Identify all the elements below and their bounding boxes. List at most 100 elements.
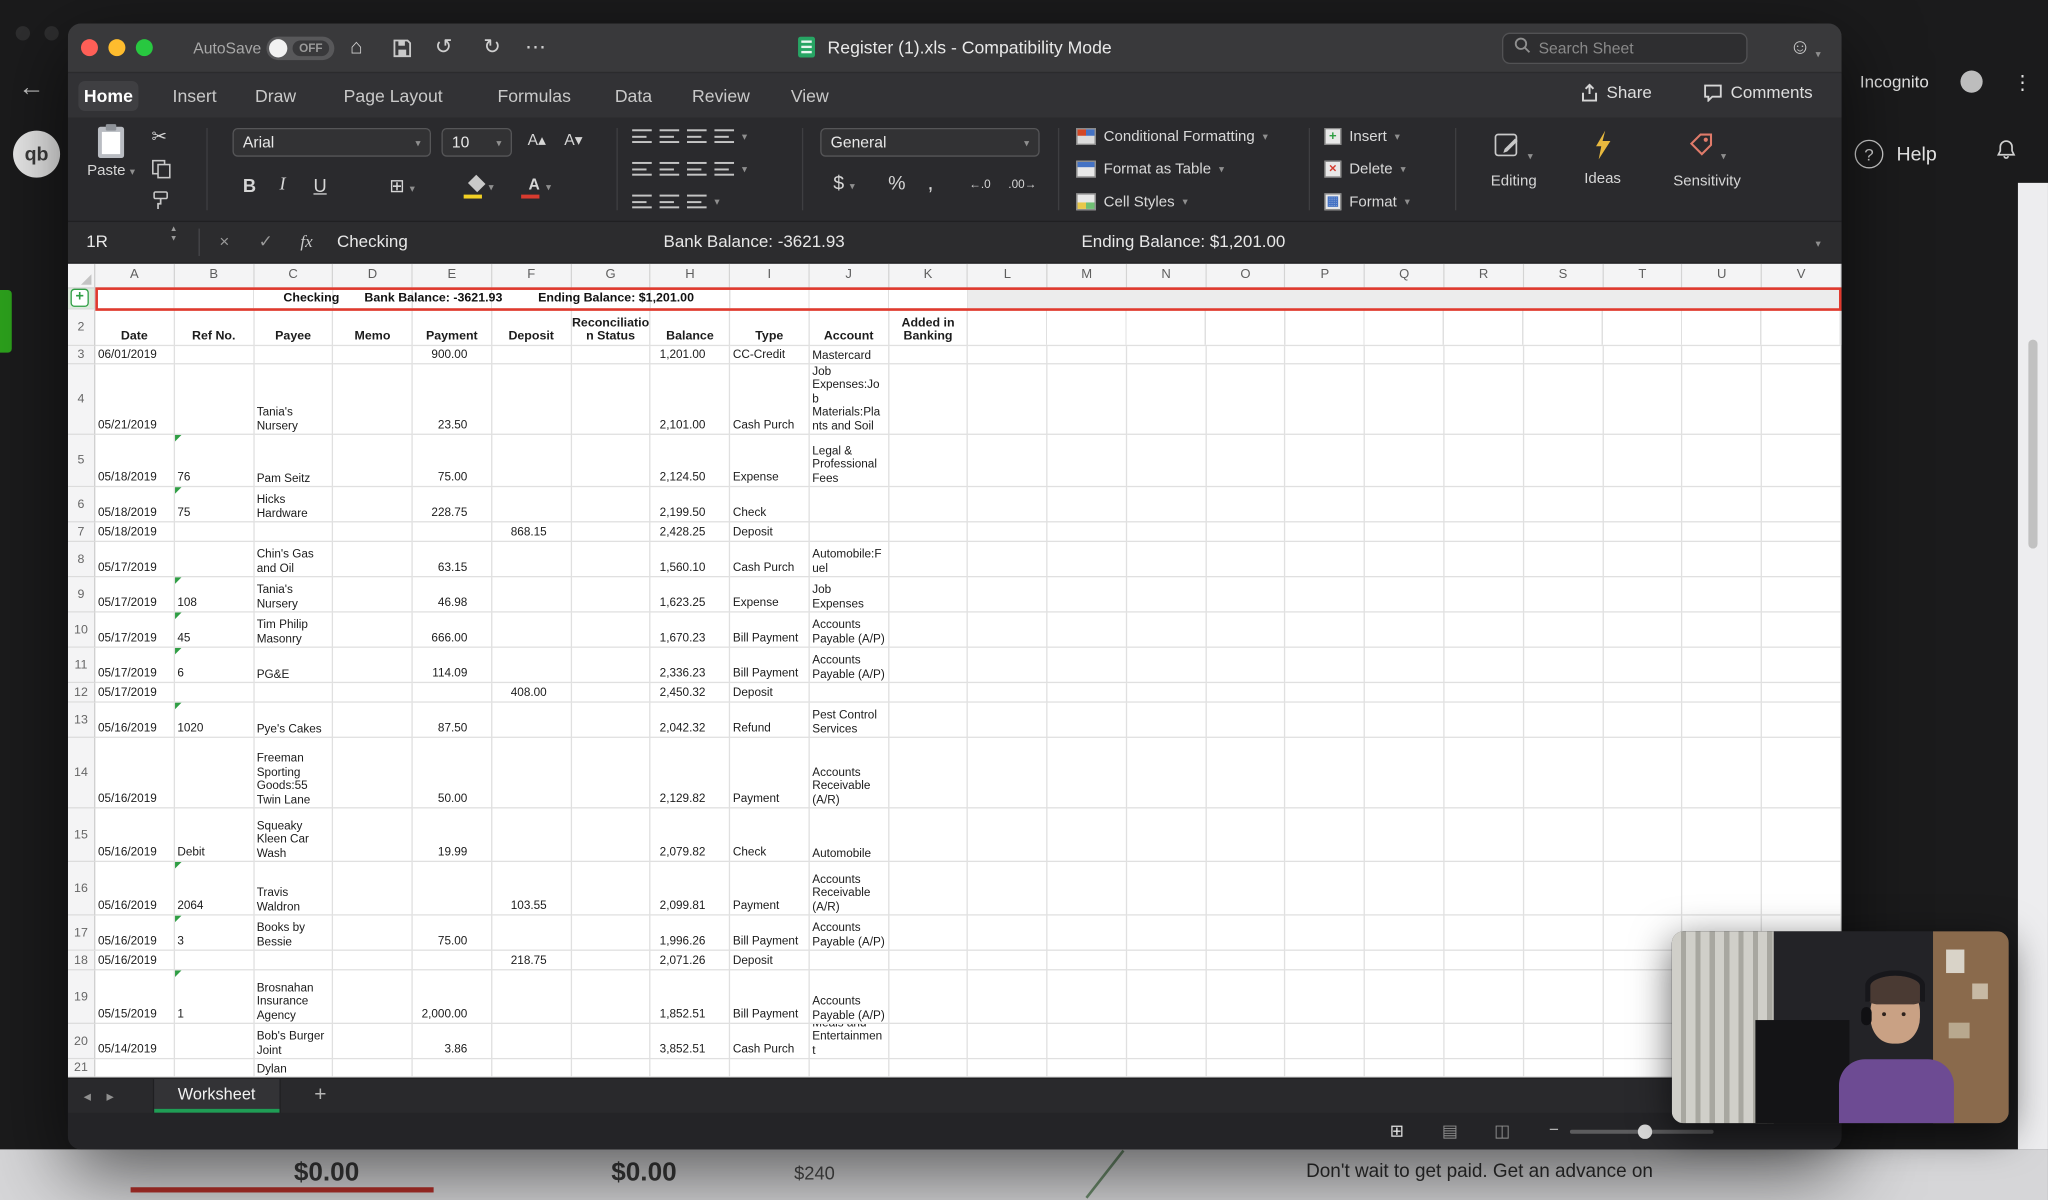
cell-empty[interactable] [1127, 1059, 1207, 1078]
cell-type-row20[interactable]: Cash Purch [730, 1023, 810, 1060]
cell-added-row4[interactable] [889, 364, 969, 435]
cell-empty[interactable] [1365, 346, 1445, 365]
cell-empty[interactable] [1047, 970, 1128, 1024]
cell-empty[interactable] [1444, 683, 1524, 703]
cell-balance-row20[interactable]: 3,852.51 [650, 1023, 731, 1060]
cell-empty[interactable] [1762, 702, 1842, 738]
cell-empty[interactable] [1523, 542, 1604, 578]
cell-empty[interactable] [1682, 577, 1763, 613]
select-all-corner[interactable] [67, 263, 96, 289]
cell-empty[interactable] [1365, 542, 1445, 578]
cell-empty[interactable] [1047, 364, 1128, 435]
orientation-icon[interactable] [687, 194, 707, 209]
cell-empty[interactable] [1047, 487, 1128, 523]
cell-checking[interactable]: Checking [283, 291, 339, 305]
column-header-V[interactable]: V [1762, 263, 1842, 289]
cell-type-row13[interactable]: Refund [730, 702, 810, 738]
cell-empty[interactable] [1444, 542, 1524, 578]
cell-deposit-row9[interactable] [492, 577, 572, 613]
insert-function-icon[interactable]: fx [300, 231, 312, 252]
cell-empty[interactable] [1682, 364, 1763, 435]
cell-payee-row6[interactable]: Hicks Hardware [254, 487, 334, 523]
cell-empty[interactable] [968, 647, 1048, 684]
cell-recon-row7[interactable] [571, 522, 651, 543]
column-header-N[interactable]: N [1127, 263, 1207, 289]
cell-empty[interactable] [968, 1059, 1048, 1078]
cell-empty[interactable] [1365, 808, 1445, 863]
cell-deposit-row8[interactable] [492, 542, 572, 578]
increase-decimal-button[interactable]: ←.0 [969, 178, 991, 191]
help-label[interactable]: Help [1896, 144, 1936, 166]
cell-empty[interactable] [1603, 1023, 1683, 1060]
cell-recon-row3[interactable] [571, 346, 651, 365]
cell-added-row18[interactable] [889, 950, 969, 971]
format-cells-button[interactable]: ▦ Format ▾ [1324, 193, 1410, 211]
cell-empty[interactable] [1285, 1023, 1366, 1060]
shrink-font-button[interactable]: A▾ [564, 131, 582, 149]
cell-balance-row6[interactable]: 2,199.50 [650, 487, 731, 523]
cell-date-row6[interactable]: 05/18/2019 [95, 487, 175, 523]
cell-added-row8[interactable] [889, 542, 969, 578]
cell-date-row17[interactable]: 05/16/2019 [95, 915, 175, 951]
cell-payment-row12[interactable] [412, 683, 493, 703]
cell-empty[interactable] [1047, 702, 1128, 738]
feedback-smiley-icon[interactable]: ☺ [1789, 35, 1810, 61]
align-left-icon[interactable] [632, 129, 652, 144]
cell-empty[interactable] [1285, 577, 1366, 613]
cell-empty[interactable] [1285, 915, 1366, 951]
row-number-16[interactable]: 16 [67, 862, 96, 916]
cell-empty[interactable] [1444, 808, 1524, 863]
cell-empty[interactable] [1523, 808, 1604, 863]
cell-empty[interactable] [1444, 970, 1524, 1024]
header-payment[interactable]: Payment [412, 309, 493, 347]
cell-date-row10[interactable]: 05/17/2019 [95, 612, 175, 648]
font-color-button[interactable]: A ▾ [517, 172, 551, 201]
cell-added-row6[interactable] [889, 487, 969, 523]
cell-empty[interactable] [1206, 1023, 1286, 1060]
cell-empty[interactable] [1047, 737, 1128, 809]
header-balance[interactable]: Balance [650, 309, 731, 347]
cell-empty[interactable] [968, 702, 1048, 738]
cell-payee-row18[interactable] [254, 950, 334, 971]
cell-recon-row21[interactable] [571, 1059, 651, 1078]
cell-empty[interactable] [1762, 737, 1842, 809]
cell-recon-row15[interactable] [571, 808, 651, 863]
cell-empty[interactable] [1603, 647, 1683, 684]
cell-empty[interactable] [1603, 612, 1683, 648]
cell-payee-row5[interactable]: Pam Seitz [254, 434, 334, 488]
cell-ending-balance[interactable]: Ending Balance: $1,201.00 [538, 291, 694, 305]
percent-style-button[interactable]: % [888, 172, 905, 194]
cell-type-row11[interactable]: Bill Payment [730, 647, 810, 684]
cell-empty[interactable] [1523, 364, 1604, 435]
cell-deposit-row19[interactable] [492, 970, 572, 1024]
cell-deposit-row15[interactable] [492, 808, 572, 863]
cell-payee-row20[interactable]: Bob's Burger Joint [254, 1023, 334, 1060]
cell-empty[interactable] [1523, 577, 1604, 613]
cell-payment-row16[interactable] [412, 862, 493, 916]
delete-cells-button[interactable]: × Delete ▾ [1324, 160, 1406, 178]
cell-empty[interactable] [1365, 612, 1445, 648]
cell-date-row21[interactable] [95, 1059, 175, 1078]
cell-ref-row10[interactable]: 45 [174, 612, 255, 648]
empty-cells[interactable] [968, 309, 1842, 347]
cell-balance-row9[interactable]: 1,623.25 [650, 577, 731, 613]
cell-balance-row14[interactable]: 2,129.82 [650, 737, 731, 809]
cell-payment-row13[interactable]: 87.50 [412, 702, 493, 738]
cell-payee-row7[interactable] [254, 522, 334, 543]
cell-empty[interactable] [1603, 950, 1683, 971]
column-header-O[interactable]: O [1206, 263, 1286, 289]
cell-empty[interactable] [1047, 522, 1128, 543]
cell-empty[interactable] [1523, 702, 1604, 738]
cell-added-row11[interactable] [889, 647, 969, 684]
cell-empty[interactable] [1682, 862, 1763, 916]
cell-empty[interactable] [968, 542, 1048, 578]
column-header-K[interactable]: K [889, 263, 969, 289]
tab-view[interactable]: View [778, 81, 841, 111]
add-sheet-icon[interactable]: + [314, 1084, 326, 1108]
cell-balance-row5[interactable]: 2,124.50 [650, 434, 731, 488]
cell-account-row21[interactable] [809, 1059, 890, 1078]
cell-empty[interactable] [1603, 487, 1683, 523]
cell-ref-row6[interactable]: 75 [174, 487, 255, 523]
quickbooks-logo[interactable]: qb [13, 130, 61, 178]
cell-empty[interactable] [1682, 808, 1763, 863]
